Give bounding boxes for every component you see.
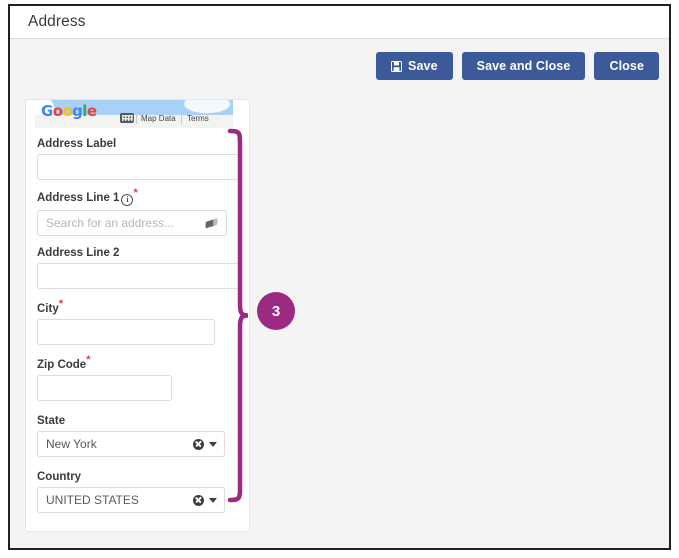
google-logo: Google xyxy=(41,102,97,120)
annotation-badge-3: 3 xyxy=(257,292,295,330)
info-icon[interactable]: i xyxy=(121,194,134,206)
content-area: Save Save and Close Close Google Map Dat… xyxy=(10,40,669,548)
eraser-icon[interactable] xyxy=(205,218,218,229)
toolbar: Save Save and Close Close xyxy=(376,52,659,80)
address-label-input[interactable] xyxy=(37,154,240,180)
map-separator xyxy=(181,114,182,124)
label-text: Country xyxy=(37,471,82,483)
field-state: State New York xyxy=(37,415,225,457)
zip-code-input[interactable] xyxy=(37,375,172,401)
label-text: Zip Code xyxy=(37,359,87,371)
save-and-close-button[interactable]: Save and Close xyxy=(461,52,586,80)
address-line-2-input[interactable] xyxy=(37,263,240,289)
screenshot-frame: Address Save Save and Close Close Google… xyxy=(8,4,671,550)
save-disk-icon xyxy=(391,60,403,72)
map-data-link[interactable]: Map Data xyxy=(141,114,176,123)
google-logo-o2: o xyxy=(62,102,73,120)
address-line-1-placeholder: Search for an address... xyxy=(46,216,175,230)
field-label-state: State xyxy=(37,415,225,427)
address-line-1-input[interactable]: Search for an address... xyxy=(37,210,227,236)
chevron-down-icon[interactable] xyxy=(209,497,217,503)
field-label-address-label: Address Label xyxy=(37,138,240,150)
required-asterisk: * xyxy=(58,298,64,311)
clear-icon[interactable] xyxy=(193,438,204,450)
field-label-country: Country xyxy=(37,471,225,483)
field-address-label: Address Label xyxy=(37,138,240,180)
google-logo-g1: G xyxy=(41,102,53,120)
keyboard-icon[interactable] xyxy=(120,113,134,123)
field-label-city: City* xyxy=(37,299,217,315)
label-text: Address Label xyxy=(37,138,117,150)
google-map-preview[interactable]: Google Map Data Terms xyxy=(35,100,233,128)
country-value: UNITED STATES xyxy=(46,493,139,507)
field-address-line-2: Address Line 2 xyxy=(37,247,240,289)
field-label-address-line-2: Address Line 2 xyxy=(37,247,240,259)
label-text: Address Line 2 xyxy=(37,247,120,259)
country-dropdown-controls xyxy=(193,488,217,512)
close-button[interactable]: Close xyxy=(594,52,659,80)
state-dropdown[interactable]: New York xyxy=(37,431,225,457)
required-asterisk: * xyxy=(86,354,91,367)
state-value: New York xyxy=(46,437,97,451)
map-terms-link[interactable]: Terms xyxy=(187,114,209,123)
country-dropdown[interactable]: UNITED STATES xyxy=(37,487,225,513)
field-label-address-line-1: Address Line 1 i* xyxy=(37,188,240,206)
window-title-bar: Address xyxy=(10,6,669,39)
required-asterisk: * xyxy=(133,187,138,200)
save-button-label: Save xyxy=(408,59,438,73)
page-title: Address xyxy=(28,13,86,30)
field-city: City* xyxy=(37,299,217,345)
save-button[interactable]: Save xyxy=(376,52,453,80)
close-button-label: Close xyxy=(609,59,644,73)
google-logo-o1: o xyxy=(52,102,63,120)
field-label-zip-code: Zip Code* xyxy=(37,355,173,371)
field-zip-code: Zip Code* xyxy=(37,355,173,401)
annotation-badge-number: 3 xyxy=(271,302,281,320)
city-input[interactable] xyxy=(37,319,215,345)
label-text: Address Line 1 xyxy=(37,192,120,204)
map-separator xyxy=(136,114,137,124)
state-dropdown-controls xyxy=(193,432,217,456)
google-logo-g2: g xyxy=(72,102,83,120)
google-logo-e: e xyxy=(86,102,97,120)
clear-icon[interactable] xyxy=(193,494,204,506)
save-and-close-button-label: Save and Close xyxy=(476,59,571,73)
field-address-line-1: Address Line 1 i* Search for an address..… xyxy=(37,188,240,236)
chevron-down-icon[interactable] xyxy=(209,441,217,447)
label-text: State xyxy=(37,415,66,427)
label-text: City xyxy=(37,303,59,315)
address-form-card: Google Map Data Terms Address Label Addr… xyxy=(25,99,250,532)
field-country: Country UNITED STATES xyxy=(37,471,225,513)
